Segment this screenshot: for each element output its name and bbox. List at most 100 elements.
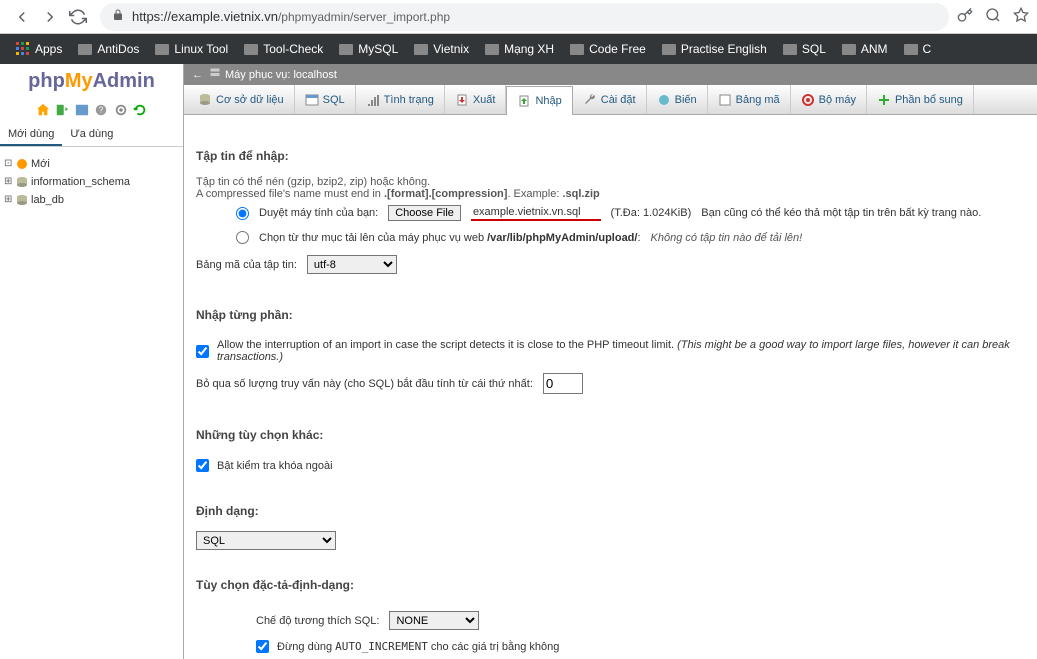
collapse-icon[interactable]: ← xyxy=(192,69,203,81)
tree-db-item[interactable]: information_schema xyxy=(4,173,179,191)
sql-icon[interactable] xyxy=(75,103,89,117)
tree-db-item[interactable]: lab_db xyxy=(4,191,179,209)
forward-button[interactable] xyxy=(38,5,62,29)
tab-export[interactable]: Xuất xyxy=(445,85,507,114)
tab-variables[interactable]: Biến xyxy=(647,85,708,114)
skip-queries-label: Bỏ qua số lượng truy vấn này (cho SQL) b… xyxy=(196,378,533,390)
folder-icon xyxy=(414,44,428,55)
status-icon xyxy=(366,93,380,107)
bookmark-item[interactable]: Code Free xyxy=(562,42,654,56)
no-autoinc-row: Đừng dùng AUTO_INCREMENT cho các giá trị… xyxy=(256,636,1025,657)
radio-browse[interactable] xyxy=(236,207,249,220)
folder-icon xyxy=(783,44,797,55)
no-autoinc-checkbox[interactable] xyxy=(256,640,269,653)
new-icon xyxy=(16,158,28,170)
no-autoinc-label: Đừng dùng AUTO_INCREMENT cho các giá trị… xyxy=(277,640,559,653)
bookmark-item[interactable]: Mạng XH xyxy=(477,42,562,56)
bookmark-bar: Apps AntiDos Linux Tool Tool-Check MySQL… xyxy=(0,34,1037,64)
exit-icon[interactable] xyxy=(55,103,69,117)
radio-browse-computer[interactable]: Duyệt máy tính của bạn: Choose File exam… xyxy=(196,200,1025,226)
folder-icon xyxy=(570,44,584,55)
skip-queries-input[interactable] xyxy=(543,373,583,394)
folder-icon xyxy=(78,44,92,55)
bookmark-apps[interactable]: Apps xyxy=(8,42,70,56)
browser-right-icons xyxy=(957,7,1029,26)
file-compress-hint: Tập tin có thể nén (gzip, bzip2, zip) ho… xyxy=(196,176,1025,188)
import-page: Nhập vào máy phục vụ hiện tại Tập tin để… xyxy=(184,115,1037,659)
allow-interrupt-checkbox[interactable] xyxy=(196,345,209,358)
bookmark-item[interactable]: Linux Tool xyxy=(147,42,236,56)
bookmark-item[interactable]: Vietnix xyxy=(406,42,477,56)
folder-icon xyxy=(842,44,856,55)
reload-button[interactable] xyxy=(66,5,90,29)
sql-compat-row: Chế độ tương thích SQL: NONE xyxy=(256,605,1025,636)
bookmark-item[interactable]: MySQL xyxy=(331,42,406,56)
db-icon xyxy=(198,93,212,107)
recent-tab[interactable]: Mới dùng xyxy=(0,124,62,146)
doc-icon[interactable]: ? xyxy=(94,103,108,117)
svg-text:?: ? xyxy=(99,106,104,115)
fieldset-format-opts: Tùy chọn đặc-tả-định-dạng: Chế độ tương … xyxy=(196,574,1025,659)
key-icon[interactable] xyxy=(957,7,973,26)
tab-import[interactable]: Nhập xyxy=(506,86,572,115)
bookmark-item[interactable]: Practise English xyxy=(654,42,775,56)
bookmark-item[interactable]: C xyxy=(896,42,940,56)
browser-toolbar: https://example.vietnix.vn/phpmyadmin/se… xyxy=(0,0,1037,34)
tab-status[interactable]: Tình trạng xyxy=(356,85,445,114)
sql-compat-label: Chế độ tương thích SQL: xyxy=(256,615,379,627)
section-format: Định dạng: xyxy=(196,500,1025,523)
tree-new[interactable]: Mới xyxy=(4,155,179,173)
folder-icon xyxy=(339,44,353,55)
drag-hint: Bạn cũng có thể kéo thả một tập tin trên… xyxy=(701,207,981,219)
server-breadcrumb: ← Máy phục vụ: localhost xyxy=(184,64,1037,85)
back-button[interactable] xyxy=(10,5,34,29)
section-format-options: Tùy chọn đặc-tả-định-dạng: xyxy=(196,574,1025,597)
sql-icon xyxy=(305,93,319,107)
main-tabs: Cơ sở dữ liệu SQL Tình trạng Xuất Nhập C… xyxy=(184,85,1037,115)
favorites-tab[interactable]: Ưa dùng xyxy=(62,124,121,146)
url-path: /phpmyadmin/server_import.php xyxy=(278,10,450,24)
choose-file-button[interactable]: Choose File xyxy=(388,205,461,221)
export-icon xyxy=(455,93,469,107)
tab-settings[interactable]: Cài đặt xyxy=(573,85,647,114)
fieldset-format: Định dạng: SQL xyxy=(196,500,1025,558)
section-partial-import: Nhập từng phần: xyxy=(196,304,1025,327)
address-bar[interactable]: https://example.vietnix.vn/phpmyadmin/se… xyxy=(100,3,949,31)
folder-icon xyxy=(155,44,169,55)
server-label[interactable]: Máy phục vụ: localhost xyxy=(225,69,337,81)
fk-check-checkbox[interactable] xyxy=(196,459,209,472)
zoom-icon[interactable] xyxy=(985,7,1001,26)
radio-upload-dir[interactable]: Chọn từ thư mục tải lên của máy phục vụ … xyxy=(196,226,1025,249)
tab-charsets[interactable]: Bảng mã xyxy=(708,85,791,114)
charset-label: Bảng mã của tập tin: xyxy=(196,259,297,271)
upload-dir-empty: Không có tập tin nào để tải lên! xyxy=(651,232,803,244)
bookmark-item[interactable]: AntiDos xyxy=(70,42,147,56)
section-other-options: Những tùy chọn khác: xyxy=(196,424,1025,447)
lock-icon xyxy=(112,9,124,24)
bookmark-item[interactable]: SQL xyxy=(775,42,834,56)
reload-icon[interactable] xyxy=(133,103,147,117)
format-select[interactable]: SQL xyxy=(196,531,336,550)
var-icon xyxy=(657,93,671,107)
bookmark-item[interactable]: ANM xyxy=(834,42,896,56)
sidebar-quick-icons: ? xyxy=(0,99,183,124)
radio-uploaddir[interactable] xyxy=(236,231,249,244)
tab-sql[interactable]: SQL xyxy=(295,85,356,114)
charset-icon xyxy=(718,93,732,107)
tab-plugins[interactable]: Phần bổ sung xyxy=(867,85,974,114)
folder-icon xyxy=(485,44,499,55)
phpmyadmin-logo[interactable]: phpMyAdmin xyxy=(0,64,183,99)
star-icon[interactable] xyxy=(1013,7,1029,26)
sql-compat-select[interactable]: NONE xyxy=(389,611,479,630)
import-icon xyxy=(517,94,531,108)
charset-row: Bảng mã của tập tin: utf-8 xyxy=(196,249,1025,280)
allow-interrupt-label: Allow the interruption of an import in c… xyxy=(217,339,1025,363)
fieldset-other: Những tùy chọn khác: Bật kiểm tra khóa n… xyxy=(196,424,1025,484)
bookmark-item[interactable]: Tool-Check xyxy=(236,42,331,56)
settings-icon[interactable] xyxy=(114,103,128,117)
db-icon xyxy=(16,194,28,206)
tab-engines[interactable]: Bộ máy xyxy=(791,85,867,114)
home-icon[interactable] xyxy=(36,103,50,117)
charset-select[interactable]: utf-8 xyxy=(307,255,397,274)
tab-databases[interactable]: Cơ sở dữ liệu xyxy=(188,85,295,114)
